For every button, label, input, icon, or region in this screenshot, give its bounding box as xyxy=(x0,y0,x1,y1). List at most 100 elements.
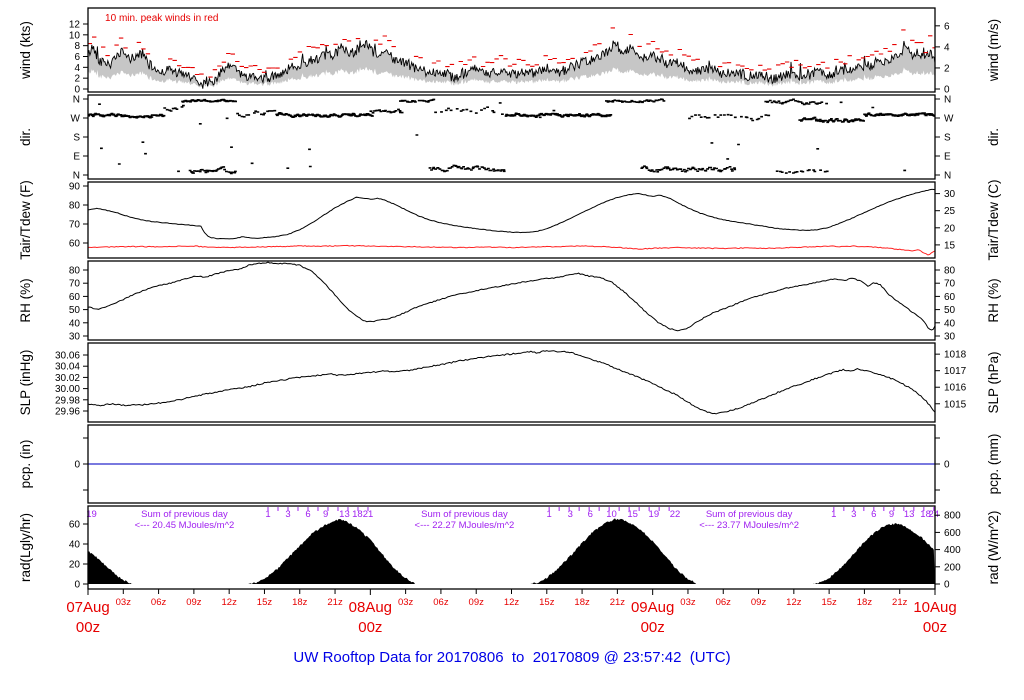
y-tick-label: 80 xyxy=(944,266,956,277)
panel-dir: NWSENNWSENdir. dir. xyxy=(18,94,1001,182)
y-tick-label: 400 xyxy=(944,545,961,556)
panel-wind: 10 min. peak winds in red 024681012 0246 wi… xyxy=(18,7,1001,96)
y-tick-label: 50 xyxy=(69,305,81,316)
y-tick-label: 20 xyxy=(69,560,81,571)
y-tick-label: 30.06 xyxy=(55,351,80,362)
sum-value-label: <--- 20.45 MJoules/m^2 xyxy=(135,520,235,531)
x-day-time-label: 00z xyxy=(358,619,382,636)
x-axis: 07Aug 00z 08Aug 00z 09Aug 00z 10Aug 00z 03z 06z 09… xyxy=(66,589,957,636)
y-tick-label: 29.96 xyxy=(55,407,80,418)
y-tick-label: 30.00 xyxy=(55,384,80,395)
slp-ylabel-right: SLP (hPa) xyxy=(986,351,1001,413)
cumulative-mj-label: 13 xyxy=(339,509,350,520)
panel-rad: Sum of previous day <--- 20.45 MJoules/m^… xyxy=(18,505,1001,591)
y-tick-label: 600 xyxy=(944,528,961,539)
dir-plot-area xyxy=(88,98,935,175)
y-tick-label: 2 xyxy=(74,74,80,85)
temp-left-axis-ticks: 60 70 80 90 xyxy=(69,182,88,250)
y-tick-label: S xyxy=(944,133,951,144)
rad-left-axis-ticks: 0 20 40 60 xyxy=(69,520,88,591)
dir-right-axis-ticks: NWSEN xyxy=(935,95,954,182)
x-hour-label: 12z xyxy=(504,597,520,608)
x-hour-label: 09z xyxy=(751,597,767,608)
pcp-ylabel-right: pcp. (mm) xyxy=(986,434,1001,495)
temp-plot-area xyxy=(88,188,935,256)
y-tick-label: 800 xyxy=(944,511,961,522)
x-hour-label: 21z xyxy=(892,597,908,608)
y-tick-label: 0 xyxy=(74,580,80,591)
SLP_inHg-trace xyxy=(88,350,935,415)
y-tick-label: E xyxy=(944,152,951,163)
x-hour-label: 06z xyxy=(433,597,449,608)
y-tick-label: N xyxy=(944,95,951,106)
dir-ylabel-right: dir. xyxy=(986,128,1001,146)
slp-left-axis-ticks: 29.9629.9830.0030.0230.0430.06 xyxy=(55,351,88,418)
y-tick-label: 1018 xyxy=(944,350,967,361)
cumulative-mj-label: 1 xyxy=(265,509,270,520)
pcp-left-axis-ticks: 0 xyxy=(74,437,88,491)
x-hour-label: 12z xyxy=(222,597,238,608)
y-tick-label: 30.04 xyxy=(55,362,80,373)
y-tick-label: 6 xyxy=(944,21,950,32)
y-tick-label: 30 xyxy=(69,332,81,343)
wind-ylabel-right: wind (m/s) xyxy=(986,19,1001,82)
y-tick-label: 70 xyxy=(944,279,956,290)
y-tick-label: 15 xyxy=(944,240,956,251)
cumulative-mj-label: 22 xyxy=(670,509,681,520)
weather-dashboard: 10 min. peak winds in red 0 2 4 6 8 10 12 0 2 4 6 wi… xyxy=(0,0,1024,700)
x-hour-label: 03z xyxy=(116,597,132,608)
y-tick-label: 60 xyxy=(69,292,81,303)
y-tick-label: 2 xyxy=(944,63,950,74)
wind-left-axis-ticks: 024681012 xyxy=(69,20,88,96)
x-hour-label: 09z xyxy=(469,597,485,608)
y-tick-label: 0 xyxy=(944,580,950,591)
panel-rh: 30 40 50 60 70 80 30 40 50 60 70 80 RH (%) RH (%) xyxy=(18,260,1001,343)
x-day-time-label: 00z xyxy=(923,619,947,636)
dir-left-axis-ticks: NWSEN xyxy=(71,95,88,182)
rad-ylabel-left: rad(Lgly/hr) xyxy=(18,513,33,582)
dir-scatter xyxy=(88,98,935,175)
y-tick-label: 80 xyxy=(69,201,81,212)
chart-title: UW Rooftop Data for 20170806 to 20170809… xyxy=(293,649,731,666)
y-tick-label: 1017 xyxy=(944,366,967,377)
wind-right-axis-ticks: 0246 xyxy=(935,21,950,96)
peak-winds-note: 10 min. peak winds in red xyxy=(105,13,218,24)
y-tick-label: 20 xyxy=(944,223,956,234)
x-day-label: 09Aug xyxy=(631,599,674,616)
y-tick-label: 0 xyxy=(944,460,950,471)
x-hour-label: 21z xyxy=(610,597,626,608)
rh-left-axis-ticks: 30 40 50 60 70 80 xyxy=(69,266,88,343)
y-tick-label: 30.02 xyxy=(55,373,80,384)
sum-of-previous-day-label: Sum of previous day xyxy=(421,509,508,520)
slp-plot-area xyxy=(88,350,935,415)
cumulative-mj-label: 3 xyxy=(568,509,573,520)
cumulative-mj-label: 1 xyxy=(831,509,836,520)
pcp-ylabel-left: pcp. (in) xyxy=(18,440,33,489)
x-day-label: 07Aug xyxy=(66,599,109,616)
x-hour-label: 03z xyxy=(398,597,414,608)
y-tick-label: 25 xyxy=(944,206,956,217)
panel-slp: 29.9629.9830.0030.0230.0430.061015101610… xyxy=(18,342,1001,423)
panel-pcp: 0 0 pcp. (in) pcp. (mm) xyxy=(18,424,1001,504)
y-tick-label: 40 xyxy=(944,318,956,329)
y-tick-label: W xyxy=(944,114,954,125)
x-hour-label: 03z xyxy=(680,597,696,608)
rh-frame xyxy=(87,260,936,341)
cumulative-mj-label: 1 xyxy=(546,509,551,520)
x-day-label: 08Aug xyxy=(349,599,392,616)
cumulative-mj-label: 6 xyxy=(588,509,593,520)
temp-right-axis-ticks: 15 20 25 30 xyxy=(935,189,956,251)
cumulative-mj-label: 3 xyxy=(285,509,290,520)
cumulative-mj-label: 3 xyxy=(851,509,856,520)
y-tick-label: 40 xyxy=(69,540,81,551)
temp-ylabel-left: Tair/Tdew (F) xyxy=(18,180,33,260)
rh-ylabel-right: RH (%) xyxy=(986,278,1001,322)
y-tick-label: 80 xyxy=(69,266,81,277)
x-hour-label: 15z xyxy=(821,597,837,608)
y-tick-label: 70 xyxy=(69,220,81,231)
pcp-right-axis-ticks: 0 xyxy=(935,437,950,491)
wind-band xyxy=(88,40,935,89)
x-day-label: 10Aug xyxy=(913,599,956,616)
x-day-time-label: 00z xyxy=(641,619,665,636)
sum-value-label: <--- 23.77 MJoules/m^2 xyxy=(699,520,799,531)
